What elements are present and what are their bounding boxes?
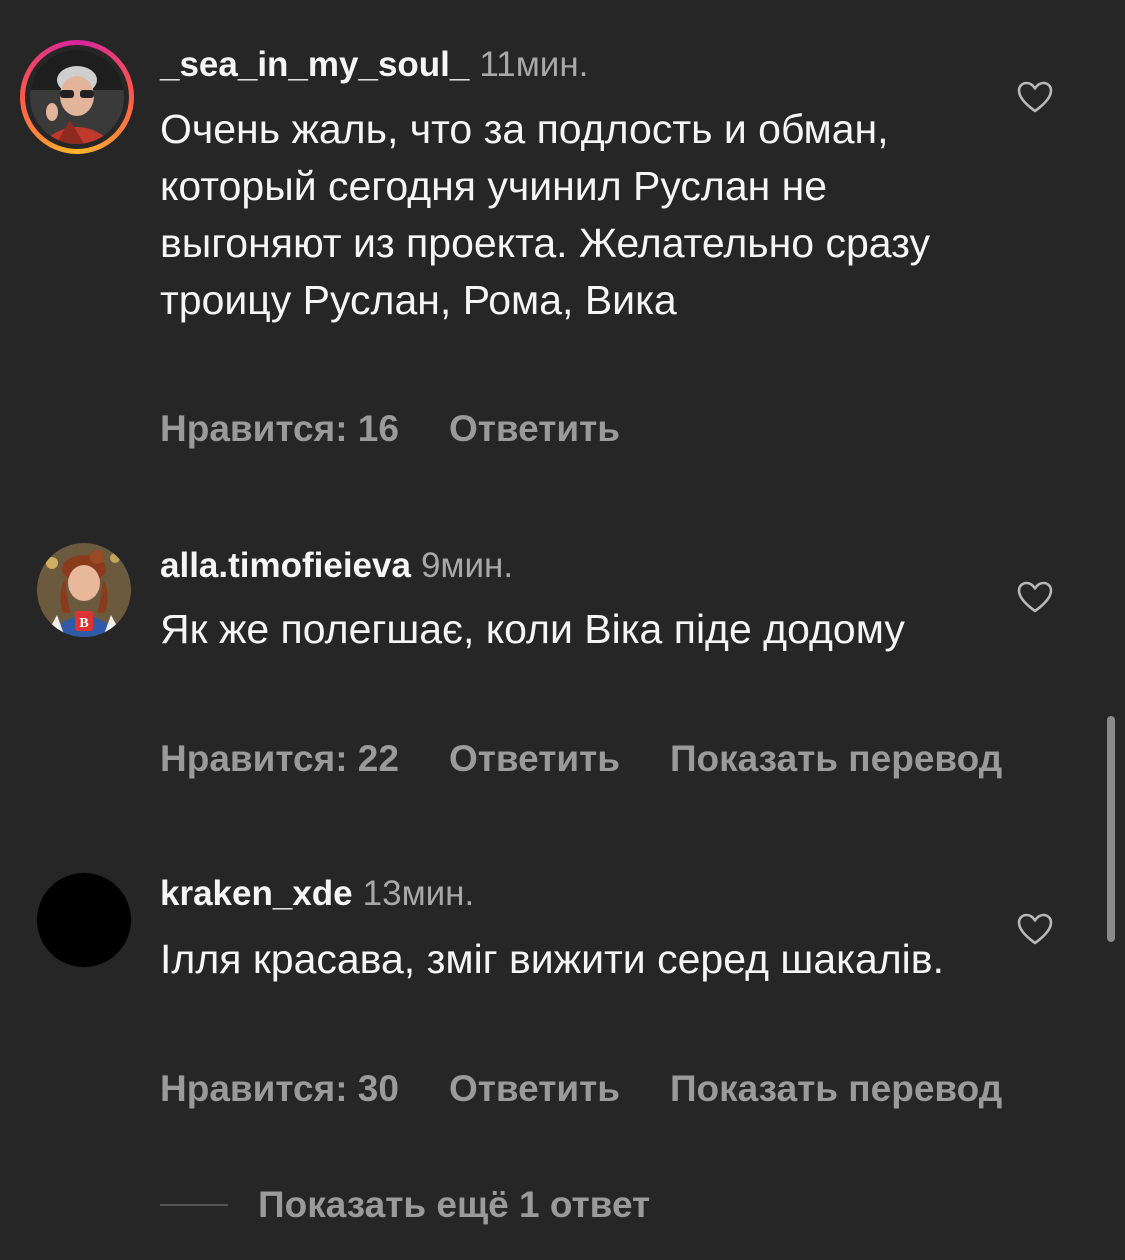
divider	[160, 1204, 228, 1206]
like-count[interactable]: Нравится: 30	[160, 1068, 399, 1109]
avatar[interactable]	[37, 873, 131, 967]
username[interactable]: alla.timofieieva	[160, 546, 411, 585]
show-more-label[interactable]: Показать ещё 1 ответ	[258, 1184, 650, 1226]
comment-actions: Нравится: 22 Ответить Показать перевод	[160, 738, 1052, 780]
comment-text: Очень жаль, что за подлость и обман, кот…	[160, 106, 930, 323]
comment-actions: Нравится: 16 Ответить	[160, 408, 670, 450]
heart-outline-icon[interactable]	[1016, 580, 1054, 614]
show-more-replies[interactable]: Показать ещё 1 ответ	[160, 1183, 650, 1227]
timestamp: 11мин.	[479, 45, 589, 84]
comment-text: Як же полегшає, коли Віка піде додому	[160, 606, 905, 652]
username[interactable]: kraken_xde	[160, 874, 353, 913]
avatar[interactable]: B	[37, 543, 131, 637]
show-translation-button[interactable]: Показать перевод	[670, 738, 1002, 779]
avatar	[30, 50, 124, 144]
comment-header: alla.timofieieva 9мин.	[160, 544, 513, 588]
heart-outline-icon[interactable]	[1016, 80, 1054, 114]
svg-text:B: B	[79, 616, 88, 631]
comment-actions: Нравится: 30 Ответить Показать перевод	[160, 1068, 1052, 1110]
timestamp: 13мин.	[362, 874, 475, 913]
timestamp: 9мин.	[420, 546, 514, 585]
comment-header: _sea_in_my_soul_ 11мин.	[160, 43, 588, 87]
scrollbar[interactable]	[1107, 716, 1115, 942]
reply-button[interactable]: Ответить	[449, 408, 620, 449]
reply-button[interactable]: Ответить	[449, 738, 620, 779]
heart-outline-icon[interactable]	[1016, 912, 1054, 946]
like-count[interactable]: Нравится: 16	[160, 408, 399, 449]
username[interactable]: _sea_in_my_soul_	[160, 45, 469, 84]
like-count[interactable]: Нравится: 22	[160, 738, 399, 779]
comment-text: Ілля красава, зміг вижити серед шакалів.	[160, 936, 944, 982]
story-ring-avatar[interactable]	[20, 40, 134, 154]
reply-button[interactable]: Ответить	[449, 1068, 620, 1109]
comment-header: kraken_xde 13мин.	[160, 872, 474, 916]
show-translation-button[interactable]: Показать перевод	[670, 1068, 1002, 1109]
